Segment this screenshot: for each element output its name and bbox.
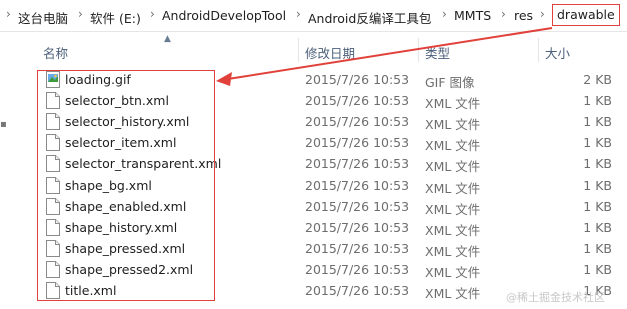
annotation-arrow xyxy=(216,27,553,86)
watermark: @稀土掘金技术社区 xyxy=(506,291,605,304)
